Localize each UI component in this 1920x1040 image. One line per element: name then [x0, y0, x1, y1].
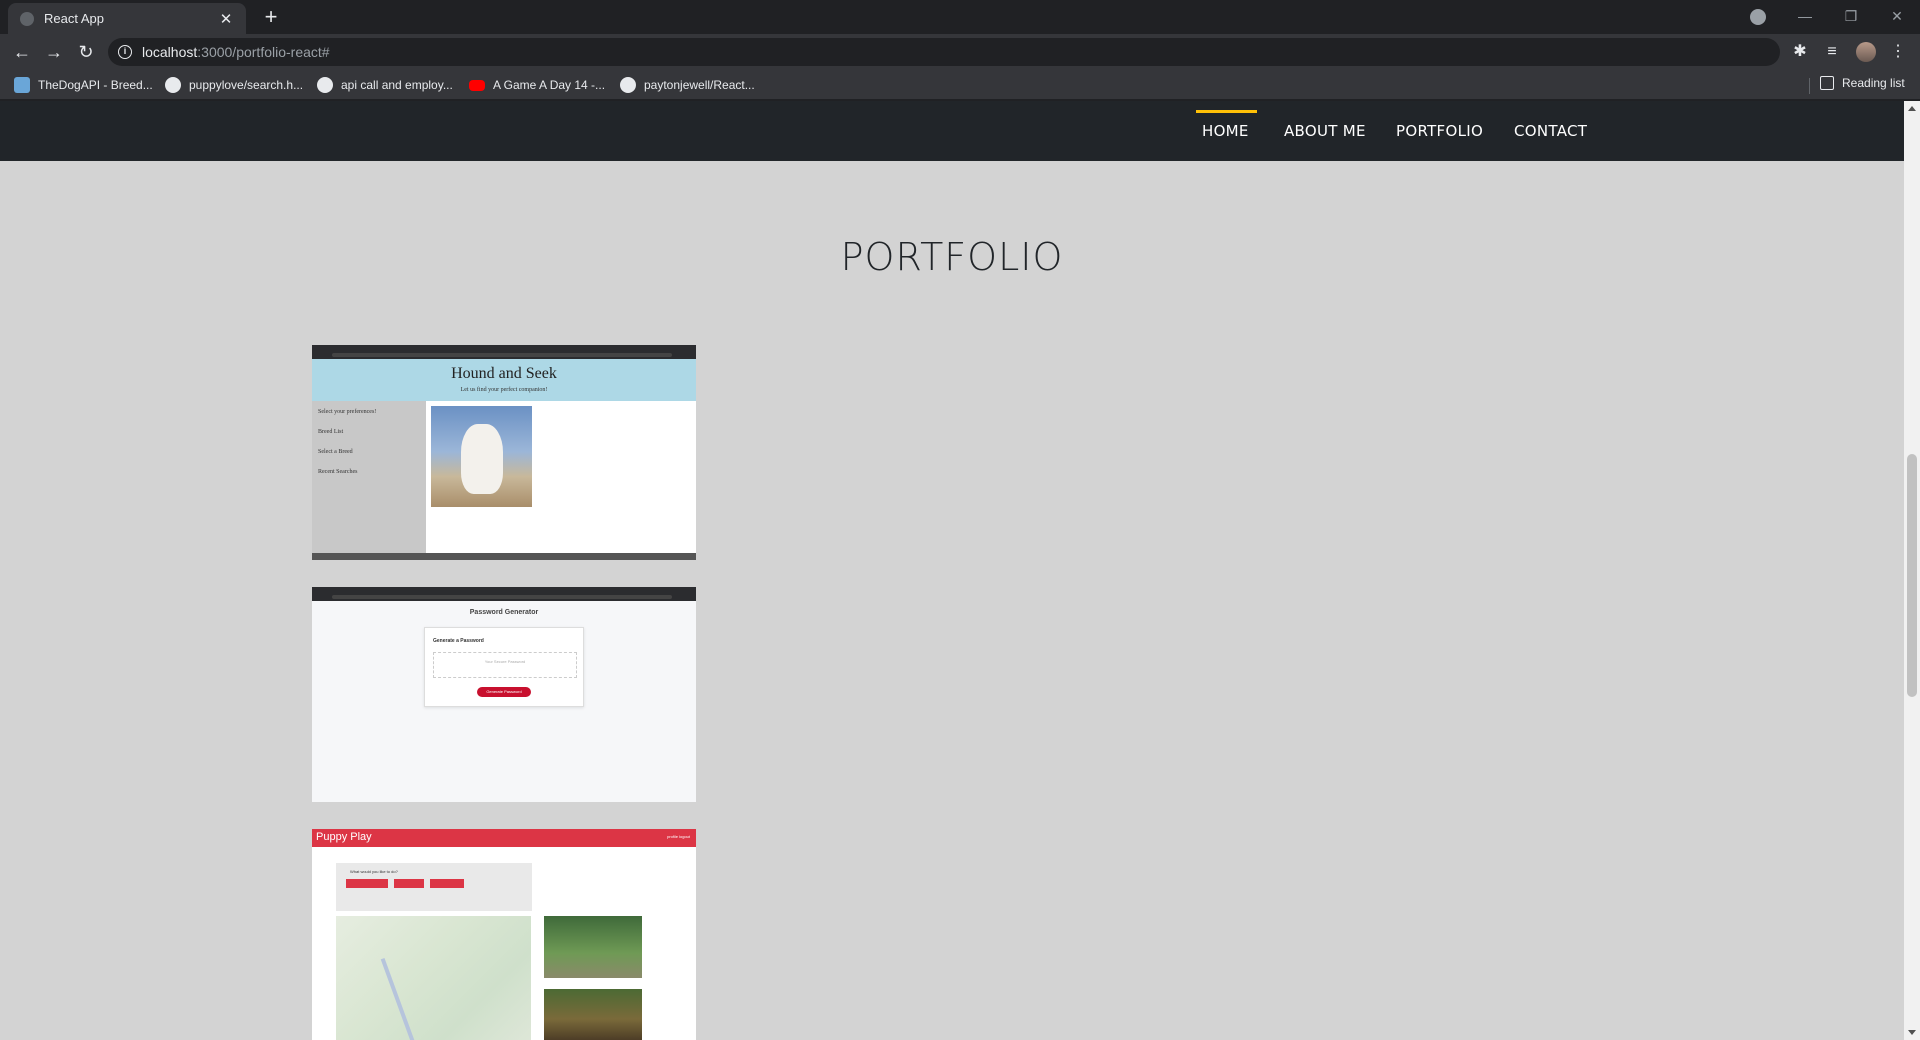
restore-icon[interactable]: ❐ — [1828, 0, 1874, 34]
nav-about-me[interactable]: ABOUT ME — [1284, 122, 1366, 140]
bookmark-label: api call and employ... — [341, 78, 453, 92]
bookmark-item[interactable]: puppylove/search.h... — [165, 76, 303, 94]
tab-strip: React App ✕ + — ❐ ✕ — [0, 0, 1920, 34]
project-card-puppy-play[interactable]: Puppy Play profile logout What would you… — [312, 829, 696, 1040]
tab-search-icon[interactable] — [1750, 9, 1766, 25]
project-title: Password Generator — [469, 609, 539, 616]
tab-title: React App — [44, 11, 104, 26]
site-navbar: HOME ABOUT ME PORTFOLIO CONTACT — [0, 101, 1904, 161]
globe-icon — [20, 11, 34, 26]
page-scrollbar[interactable] — [1904, 101, 1920, 1040]
samoyed-dog-image — [431, 406, 532, 507]
back-icon[interactable]: ← — [10, 40, 34, 64]
media-control-icon[interactable]: ≡ — [1820, 40, 1844, 64]
screenshot-sidebar: Select your preferences! Breed List Sele… — [312, 401, 426, 553]
reading-list-icon — [1820, 76, 1834, 90]
minimize-icon[interactable]: — — [1782, 0, 1828, 34]
map-image — [336, 916, 531, 1040]
activity-button — [430, 879, 464, 888]
screenshot-browser-chrome — [312, 345, 696, 359]
bookmarks-divider — [1809, 78, 1810, 94]
activity-button — [394, 879, 424, 888]
url-host: localhost — [142, 44, 198, 60]
forward-icon[interactable]: → — [42, 40, 66, 64]
nav-contact[interactable]: CONTACT — [1514, 122, 1587, 140]
github-icon — [165, 77, 181, 93]
github-icon — [620, 77, 636, 93]
activity-button — [346, 879, 388, 888]
panel-question: What would you like to do? — [350, 869, 398, 874]
nav-portfolio[interactable]: PORTFOLIO — [1396, 122, 1483, 140]
github-icon — [317, 77, 333, 93]
screenshot-footer — [312, 553, 696, 560]
address-bar[interactable]: i localhost:3000/portfolio-react# ☆ — [108, 38, 1874, 66]
page-title: PORTFOLIO — [840, 235, 1064, 279]
sidebar-text: Recent Searches — [318, 469, 358, 475]
screenshot-browser-chrome — [312, 587, 696, 601]
site-info-icon[interactable]: i — [118, 45, 132, 59]
bookmark-label: puppylove/search.h... — [189, 78, 304, 92]
project-title: Hound and Seek — [451, 365, 557, 382]
scrollbar-thumb[interactable] — [1907, 454, 1917, 697]
panel-title: Generate a Password — [433, 638, 484, 644]
extensions-icon[interactable]: ✱ — [1788, 40, 1812, 64]
dog-photo — [544, 916, 642, 978]
bookmark-item[interactable]: TheDogAPI - Breed... — [14, 76, 153, 94]
reload-icon[interactable]: ↻ — [74, 40, 98, 64]
sidebar-text: Breed List — [318, 429, 344, 435]
bookmark-item[interactable]: paytonjewell/React... — [620, 76, 755, 94]
sidebar-text: Select a Breed — [318, 449, 353, 455]
close-window-icon[interactable]: ✕ — [1874, 0, 1920, 34]
bookmark-label: paytonjewell/React... — [644, 78, 755, 92]
url-path: :3000/portfolio-react# — [197, 44, 330, 60]
project-card-password-generator[interactable]: Password Generator Generate a Password Y… — [312, 587, 696, 802]
reading-list-label: Reading list — [1842, 76, 1905, 90]
browser-tab[interactable]: React App ✕ — [8, 3, 246, 34]
reading-list-button[interactable]: Reading list — [1820, 76, 1905, 90]
scroll-up-arrow-icon[interactable] — [1908, 106, 1916, 111]
scroll-down-arrow-icon[interactable] — [1908, 1030, 1916, 1035]
profile-avatar[interactable] — [1856, 42, 1876, 62]
bookmark-item[interactable]: api call and employ... — [317, 76, 453, 94]
new-tab-button[interactable]: + — [258, 4, 284, 30]
activity-panel: What would you like to do? — [336, 863, 532, 911]
dog-api-icon — [14, 77, 30, 93]
sidebar-text: Select your preferences! — [318, 409, 377, 415]
nav-home[interactable]: HOME — [1196, 110, 1257, 140]
page-viewport: HOME ABOUT ME PORTFOLIO CONTACT PORTFOLI… — [0, 101, 1904, 1040]
bookmarks-bar: TheDogAPI - Breed... puppylove/search.h.… — [0, 70, 1920, 100]
navbar-links: profile logout — [667, 834, 690, 839]
bookmark-label: TheDogAPI - Breed... — [38, 78, 153, 92]
generate-password-button: Generate Password — [477, 687, 531, 697]
password-output: Your Secure Password — [433, 652, 577, 678]
project-card-hound-and-seek[interactable]: Hound and Seek Let us find your perfect … — [312, 345, 696, 560]
youtube-icon — [469, 79, 485, 91]
menu-icon[interactable]: ⋮ — [1886, 40, 1910, 64]
screenshot-hero: Hound and Seek Let us find your perfect … — [312, 359, 696, 401]
browser-toolbar: ← → ↻ i localhost:3000/portfolio-react# … — [0, 34, 1920, 70]
screenshot-navbar: Puppy Play profile logout — [312, 829, 696, 847]
close-tab-icon[interactable]: ✕ — [218, 10, 234, 28]
bookmark-item[interactable]: A Game A Day 14 -... — [469, 76, 605, 94]
project-subtitle: Let us find your perfect companion! — [460, 387, 548, 393]
dog-photo — [544, 989, 642, 1040]
bookmark-label: A Game A Day 14 -... — [493, 78, 606, 92]
project-title: Puppy Play — [316, 831, 372, 843]
